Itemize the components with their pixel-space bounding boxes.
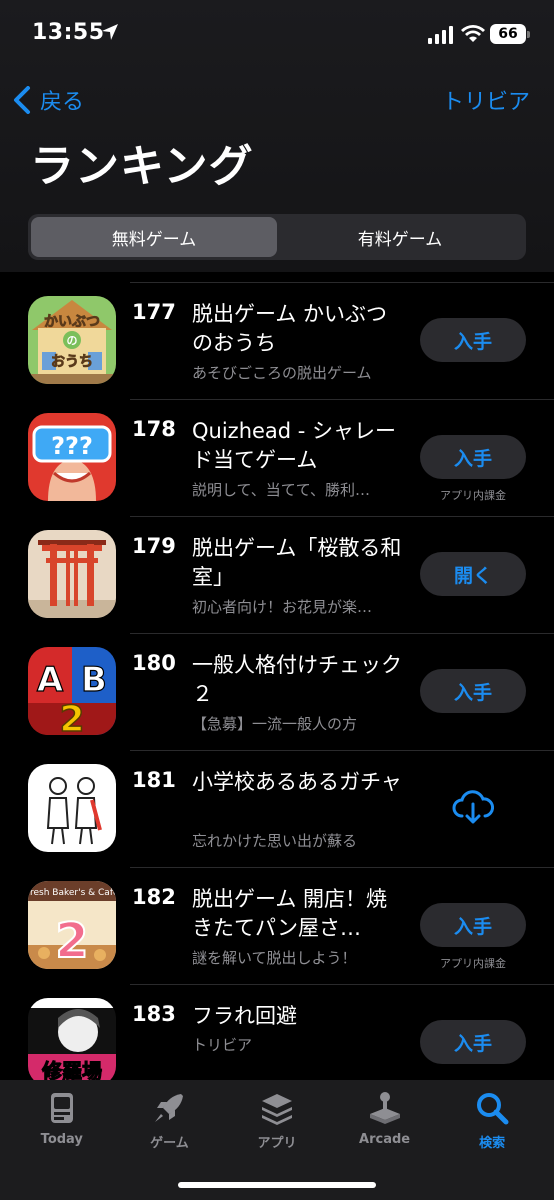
list-item[interactable]: ??? 178 Quizhead - シャレード当てゲーム 説明して、当てて、勝… (0, 399, 554, 516)
segment-paid-games[interactable]: 有料ゲーム (277, 217, 523, 257)
tab-today[interactable]: Today (8, 1080, 116, 1200)
app-subtitle: あそびごころの脱出ゲーム (192, 364, 372, 382)
cellular-signal-icon (428, 26, 453, 44)
app-subtitle: 説明して、当てて、勝利… (192, 481, 371, 499)
status-bar: 13:55 66 (0, 0, 554, 72)
rank-number: 183 (132, 1002, 176, 1026)
rank-number: 178 (132, 417, 176, 441)
trivia-link[interactable]: トリビア (442, 84, 530, 116)
get-button[interactable]: 入手 (420, 318, 526, 362)
back-button[interactable]: 戻る (12, 84, 84, 116)
quizhead-app-icon: ??? (28, 413, 116, 501)
icon-text: ??? (51, 432, 93, 460)
app-title: 脱出ゲーム かいぶつのおうち (192, 302, 388, 355)
segmented-control: 無料ゲーム 有料ゲーム (28, 214, 526, 260)
icon-text: の (67, 334, 78, 347)
divider (130, 750, 554, 751)
chevron-left-icon (14, 86, 30, 114)
tab-label: Today (40, 1132, 83, 1147)
get-button[interactable]: 入手 (420, 1020, 526, 1064)
icon-text: 2 (59, 699, 84, 735)
tab-label: アプリ (257, 1136, 297, 1151)
in-app-purchase-note: アプリ内課金 (440, 489, 506, 502)
app-title: 一般人格付けチェック２ (192, 653, 402, 706)
app-subtitle: 【急募】一流一般人の方 (192, 715, 358, 733)
get-button[interactable]: 入手 (420, 669, 526, 713)
divider (130, 633, 554, 634)
wifi-icon (461, 25, 485, 42)
school-gacha-app-icon (28, 764, 116, 852)
icon-text: B (81, 660, 107, 700)
icon-text: おうち (51, 354, 93, 370)
tab-label: 検索 (479, 1136, 506, 1151)
divider (130, 516, 554, 517)
divider (130, 399, 554, 400)
rank-number: 177 (132, 300, 176, 324)
icon-text: Fresh Baker's & Cafe (28, 888, 116, 898)
page-title: ランキング (30, 141, 254, 192)
kakuzuke-check-app-icon: A B 2 (28, 647, 116, 735)
app-title: 脱出ゲーム 開店！焼きたてパン屋さ… (192, 887, 388, 940)
home-indicator (178, 1182, 376, 1188)
sakura-room-app-icon (28, 530, 116, 618)
back-label: 戻る (40, 90, 85, 115)
rank-number: 182 (132, 885, 176, 909)
app-subtitle: 忘れかけた思い出が蘇る (192, 832, 358, 850)
app-subtitle: 初心者向け！お花見が楽… (192, 598, 373, 616)
rank-number: 181 (132, 768, 176, 792)
location-arrow-icon (102, 24, 118, 40)
ranking-list: かいぶつ の おうち 177 脱出ゲーム かいぶつのおうち あそびごころの脱出ゲ… (0, 282, 554, 1101)
segment-free-games[interactable]: 無料ゲーム (31, 217, 277, 257)
search-icon (477, 1093, 509, 1125)
icon-text: 2 (55, 913, 88, 969)
app-title: 脱出ゲーム「桜散る和室」 (192, 536, 402, 589)
kaibutsu-house-app-icon: かいぶつ の おうち (28, 296, 116, 384)
list-item[interactable]: A B 2 180 一般人格付けチェック２ 【急募】一流一般人の方 入手 (0, 633, 554, 750)
app-title: Quizhead - シャレード当てゲーム (192, 419, 397, 472)
cloud-download-icon[interactable] (452, 790, 494, 826)
divider (130, 984, 554, 985)
app-subtitle: 謎を解いて脱出しよう！ (192, 949, 357, 967)
tab-search[interactable]: 検索 (438, 1080, 546, 1200)
app-title: 小学校あるあるガチャ (192, 770, 402, 794)
tab-label: ゲーム (150, 1136, 189, 1151)
open-button[interactable]: 開く (420, 552, 526, 596)
get-button[interactable]: 入手 (420, 903, 526, 947)
list-item[interactable]: かいぶつ の おうち 177 脱出ゲーム かいぶつのおうち あそびごころの脱出ゲ… (0, 282, 554, 399)
joystick-icon (369, 1092, 400, 1124)
list-item[interactable]: Fresh Baker's & Cafe 2 182 脱出ゲーム 開店！焼きたて… (0, 867, 554, 984)
rocket-icon (155, 1094, 184, 1122)
divider (130, 282, 554, 283)
app-subtitle: トリビア (192, 1036, 253, 1054)
icon-text: A (37, 660, 64, 700)
tab-label: Arcade (359, 1132, 411, 1147)
battery-indicator: 66 (490, 24, 530, 44)
icon-text: かいぶつ (44, 314, 100, 330)
furare-kaihi-app-icon: 修羅場 (28, 998, 116, 1086)
list-item[interactable]: 179 脱出ゲーム「桜散る和室」 初心者向け！お花見が楽… 開く (0, 516, 554, 633)
in-app-purchase-note: アプリ内課金 (440, 957, 506, 970)
status-time: 13:55 (32, 20, 105, 45)
divider (130, 867, 554, 868)
rank-number: 179 (132, 534, 176, 558)
list-item[interactable]: 181 小学校あるあるガチャ 忘れかけた思い出が蘇る (0, 750, 554, 867)
apps-stack-icon (261, 1094, 292, 1125)
bakery-app-icon: Fresh Baker's & Cafe 2 (28, 881, 116, 969)
rank-number: 180 (132, 651, 176, 675)
app-title: フラれ回避 (192, 1004, 297, 1028)
today-icon (50, 1093, 73, 1123)
get-button[interactable]: 入手 (420, 435, 526, 479)
